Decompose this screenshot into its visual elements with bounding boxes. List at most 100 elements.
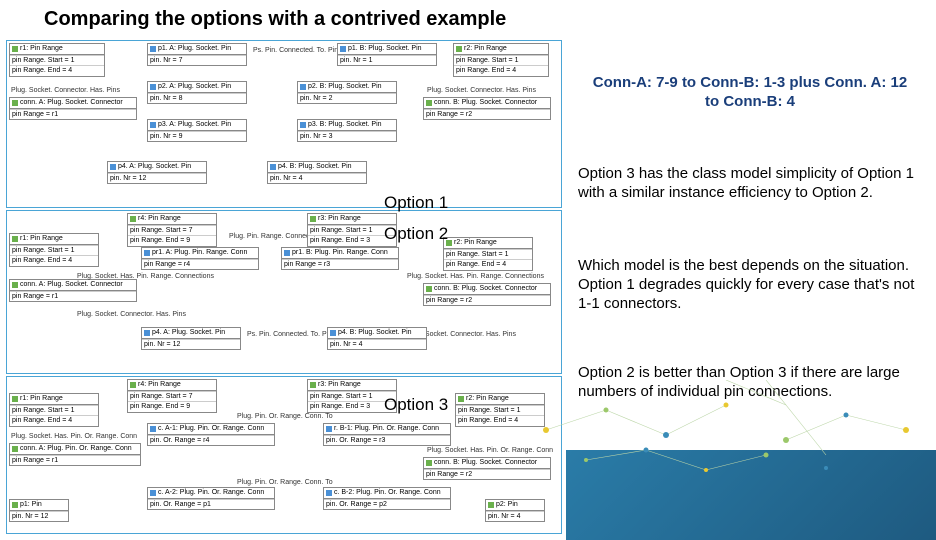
uml-name: conn. B: Plug. Socket. Connector: [434, 99, 537, 107]
assoc-label: Plug. Socket. Connector. Has. Pins: [427, 87, 536, 94]
instance-icon: [426, 460, 432, 466]
uml-name: conn. A: Plug. Socket. Connector: [20, 99, 123, 107]
uml-cB2: c. B-2: Plug. Pin. Or. Range. Conn pin. …: [323, 487, 451, 510]
uml-slot: pin. Nr = 4: [328, 339, 426, 350]
diagram-option-3: r1: Pin Range pin Range. Start = 1 pin R…: [6, 376, 562, 534]
uml-slot: pin Range = r1: [10, 291, 136, 302]
assoc-label: Plug. Socket. Has. Pin. Or. Range. Conn: [11, 433, 137, 440]
uml-name: p3. B: Plug. Socket. Pin: [308, 121, 382, 129]
uml-slot: pin Range = r3: [282, 259, 398, 270]
uml-name: r2: Pin Range: [464, 45, 507, 53]
uml-name: p2: Pin: [496, 501, 518, 509]
uml-p4a: p4. A: Plug. Socket. Pin pin. Nr = 12: [141, 327, 241, 350]
uml-name: r1: Pin Range: [20, 395, 63, 403]
uml-name: p1. B: Plug. Socket. Pin: [348, 45, 422, 53]
instance-icon: [12, 446, 18, 452]
option-1-label: Option 1: [384, 193, 448, 213]
uml-p3b: p3. B: Plug. Socket. Pin pin. Nr = 3: [297, 119, 397, 142]
uml-connA: conn. A: Plug. Socket. Connector pin Ran…: [9, 279, 137, 302]
uml-slot: pin Range. Start = 1: [10, 245, 98, 256]
uml-name: p4. A: Plug. Socket. Pin: [118, 163, 191, 171]
paragraph-2: Which model is the best depends on the s…: [578, 257, 918, 313]
instance-icon: [310, 216, 316, 222]
uml-slot: pin Range. End = 4: [456, 415, 544, 426]
uml-cA1: c. A-1: Plug. Pin. Or. Range. Conn pin. …: [147, 423, 275, 446]
slide-title: Comparing the options with a contrived e…: [44, 8, 506, 31]
uml-slot: pin Range. End = 4: [454, 65, 548, 76]
uml-r1: r1: Pin Range pin Range. Start = 1 pin R…: [9, 393, 99, 427]
uml-name: pr1. A: Plug. Pin. Range. Conn: [152, 249, 247, 257]
uml-name: r1: Pin Range: [20, 235, 63, 243]
uml-p4b: p4. B: Plug. Socket. Pin pin. Nr = 4: [267, 161, 367, 184]
uml-pr1a: pr1. A: Plug. Pin. Range. Conn pin Range…: [141, 247, 259, 270]
uml-r1: r1: Pin Range pin Range. Start = 1 pin R…: [9, 43, 105, 77]
uml-slot: pin. Nr = 7: [148, 55, 246, 66]
uml-name: p2. A: Plug. Socket. Pin: [158, 83, 231, 91]
instance-icon: [300, 84, 306, 90]
uml-slot: pin Range = r2: [424, 295, 550, 306]
uml-p3a: p3. A: Plug. Socket. Pin pin. Nr = 9: [147, 119, 247, 142]
instance-icon: [300, 122, 306, 128]
uml-slot: pin. Nr = 2: [298, 93, 396, 104]
assoc-label: Plug. Socket. Has. Pin. Range. Connectio…: [77, 273, 214, 280]
instance-icon: [130, 216, 136, 222]
uml-name: r2: Pin Range: [454, 239, 497, 247]
uml-slot: pin. Nr = 1: [338, 55, 436, 66]
uml-slot: pin. Nr = 3: [298, 131, 396, 142]
uml-slot: pin Range = r2: [424, 109, 550, 120]
uml-r1: r1: Pin Range pin Range. Start = 1 pin R…: [9, 233, 99, 267]
uml-name: p1: Pin: [20, 501, 42, 509]
assoc-label: Plug. Socket. Has. Pin. Range. Connectio…: [407, 273, 544, 280]
option-2-label: Option 2: [384, 224, 448, 244]
uml-r4: r4: Pin Range pin Range. Start = 7 pin R…: [127, 213, 217, 247]
uml-slot: pin. Or. Range = p2: [324, 499, 450, 510]
uml-name: conn. B: Plug. Socket. Connector: [434, 285, 537, 293]
uml-connB: conn. B: Plug. Socket. Connector pin Ran…: [423, 283, 551, 306]
assoc-label: Plug. Socket. Connector. Has. Pins: [77, 311, 186, 318]
uml-name: r. B-1: Plug. Pin. Or. Range. Conn: [334, 425, 439, 433]
instance-icon: [458, 396, 464, 402]
uml-slot: pin. Nr = 12: [10, 511, 68, 522]
assoc-label: Plug. Pin. Or. Range. Conn. To: [237, 479, 333, 486]
instance-icon: [130, 382, 136, 388]
uml-slot: pin Range. Start = 1: [308, 225, 396, 236]
uml-p2a: p2. A: Plug. Socket. Pin pin. Nr = 8: [147, 81, 247, 104]
instance-icon: [426, 286, 432, 292]
assoc-label: Plug. Pin. Or. Range. Conn. To: [237, 413, 333, 420]
uml-r4: r4: Pin Range pin Range. Start = 7 pin R…: [127, 379, 217, 413]
uml-name: c. A-1: Plug. Pin. Or. Range. Conn: [158, 425, 264, 433]
uml-slot: pin Range. Start = 1: [308, 391, 396, 402]
uml-rB1: r. B-1: Plug. Pin. Or. Range. Conn pin. …: [323, 423, 451, 446]
uml-slot: pin Range = r1: [10, 455, 140, 466]
uml-name: p1. A: Plug. Socket. Pin: [158, 45, 231, 53]
instance-icon: [150, 490, 156, 496]
uml-name: p2. B: Plug. Socket. Pin: [308, 83, 382, 91]
instance-icon: [310, 382, 316, 388]
uml-p4b: p4. B: Plug. Socket. Pin pin. Nr = 4: [327, 327, 427, 350]
uml-p1b: p1. B: Plug. Socket. Pin pin. Nr = 1: [337, 43, 437, 66]
uml-slot: pin Range. Start = 1: [456, 405, 544, 416]
instance-icon: [144, 250, 150, 256]
uml-name: conn. A: Plug. Socket. Connector: [20, 281, 123, 289]
uml-slot: pin Range. End = 4: [10, 65, 104, 76]
instance-icon: [12, 100, 18, 106]
diagrams-column: r1: Pin Range pin Range. Start = 1 pin R…: [6, 40, 562, 536]
instance-icon: [12, 282, 18, 288]
uml-slot: pin Range. Start = 1: [454, 55, 548, 66]
uml-r2: r2: Pin Range pin Range. Start = 1 pin R…: [453, 43, 549, 77]
uml-slot: pin Range. Start = 1: [10, 55, 104, 66]
uml-slot: pin Range. End = 4: [444, 259, 532, 270]
footer-band: [566, 450, 936, 540]
uml-name: c. B-2: Plug. Pin. Or. Range. Conn: [334, 489, 441, 497]
uml-connA: conn. A: Plug. Socket. Connector pin Ran…: [9, 97, 137, 120]
uml-name: p4. A: Plug. Socket. Pin: [152, 329, 225, 337]
option-3-label: Option 3: [384, 395, 448, 415]
uml-name: r3: Pin Range: [318, 215, 361, 223]
instance-icon: [326, 426, 332, 432]
instance-icon: [426, 100, 432, 106]
uml-p1a: p1. A: Plug. Socket. Pin pin. Nr = 7: [147, 43, 247, 66]
instance-icon: [326, 490, 332, 496]
paragraph-3: Option 2 is better than Option 3 if ther…: [578, 364, 918, 402]
uml-slot: pin. Nr = 4: [268, 173, 366, 184]
instance-icon: [150, 426, 156, 432]
